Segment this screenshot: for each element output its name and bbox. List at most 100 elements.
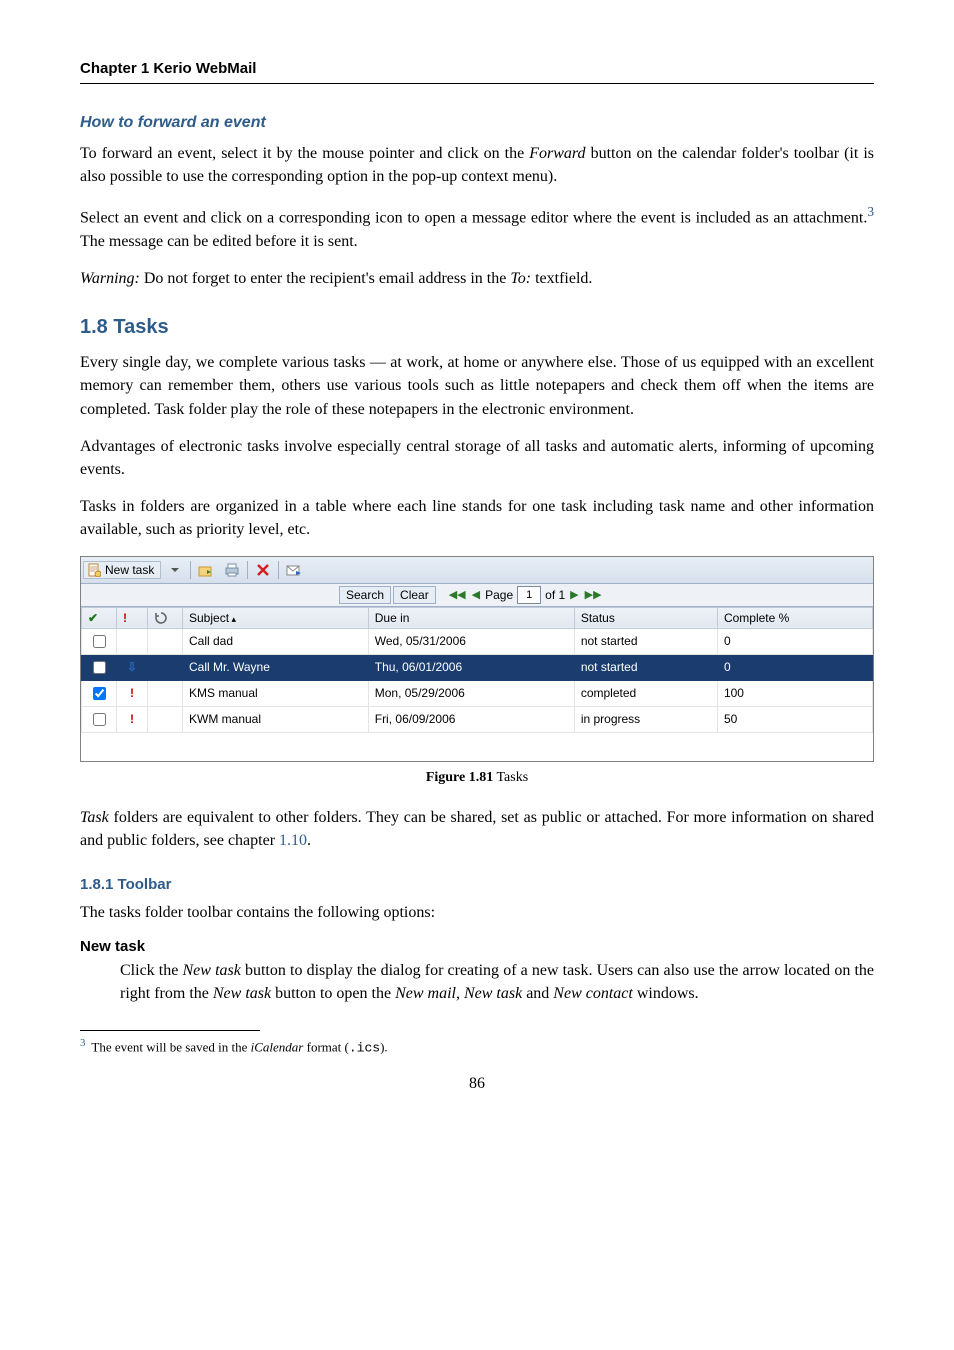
toolbar-search: Search Clear ◀◀ ◀ Page of 1 ▶ ▶▶ (81, 584, 873, 607)
recurrence-icon (154, 611, 168, 625)
priority-cell (117, 628, 148, 654)
status-cell: not started (574, 628, 717, 654)
search-button[interactable]: Search (339, 586, 391, 604)
complete-cell: 50 (717, 706, 872, 732)
forward-button[interactable] (282, 559, 306, 581)
text-italic: Task (80, 809, 109, 826)
text: ). (380, 1039, 388, 1054)
text: The message can be edited before it is s… (80, 233, 358, 250)
col-recurrence[interactable] (148, 607, 183, 628)
caption-number: Figure 1.81 (426, 770, 493, 785)
paragraph: Tasks in folders are organized in a tabl… (80, 495, 874, 541)
text: folders are equivalent to other folders.… (80, 809, 874, 849)
chevron-down-icon (171, 566, 179, 574)
text: To forward an event, select it by the mo… (80, 145, 529, 162)
tasks-screenshot: New task Search Clear (80, 556, 874, 762)
col-done[interactable]: ✔ (82, 607, 117, 628)
tasks-table: ✔ ! Subject Due in Status Complete % Cal… (81, 607, 873, 733)
done-checkbox[interactable] (93, 661, 106, 674)
pager-next-icon[interactable]: ▶ (567, 588, 581, 601)
check-icon: ✔ (88, 611, 98, 625)
due-cell: Fri, 06/09/2006 (368, 706, 574, 732)
subject-cell: KWM manual (183, 706, 369, 732)
due-cell: Thu, 06/01/2006 (368, 654, 574, 680)
paragraph: Task folders are equivalent to other fol… (80, 806, 874, 852)
footnote: 3 The event will be saved in the iCalenda… (80, 1037, 874, 1055)
print-button[interactable] (220, 559, 244, 581)
delete-icon (256, 563, 270, 577)
section-heading-toolbar: 1.8.1 Toolbar (80, 876, 874, 893)
toolbar-top: New task (81, 557, 873, 584)
page-label: Page (483, 588, 515, 602)
definition-term: New task (80, 938, 874, 955)
new-task-icon (87, 563, 101, 577)
definition-body: Click the New task button to display the… (120, 959, 874, 1005)
page-number: 86 (80, 1075, 874, 1093)
text-italic: Warning: (80, 270, 140, 287)
pager-last-icon[interactable]: ▶▶ (582, 588, 605, 601)
text-italic: iCalendar (251, 1039, 304, 1054)
text-italic: To: (510, 270, 531, 287)
complete-cell: 0 (717, 654, 872, 680)
pager-first-icon[interactable]: ◀◀ (446, 588, 469, 601)
figure-caption: Figure 1.81 Tasks (80, 770, 874, 786)
section-heading-tasks: 1.8 Tasks (80, 316, 874, 339)
text: format ( (303, 1039, 348, 1054)
priority-high-icon: ! (130, 712, 134, 726)
paragraph: The tasks folder toolbar contains the fo… (80, 901, 874, 924)
col-subject[interactable]: Subject (183, 607, 369, 628)
separator (190, 561, 191, 579)
move-button[interactable] (194, 559, 218, 581)
status-cell: completed (574, 680, 717, 706)
recurrence-cell (148, 628, 183, 654)
done-checkbox[interactable] (93, 687, 106, 700)
footnote-ref[interactable]: 3 (867, 204, 874, 219)
text-italic: New task (213, 985, 271, 1002)
caption-text: Tasks (493, 770, 528, 785)
text-italic: Forward (529, 145, 585, 162)
recurrence-cell (148, 706, 183, 732)
text: Click the (120, 962, 182, 979)
priority-cell: ⇩ (117, 654, 148, 680)
table-row[interactable]: ⇩Call Mr. WayneThu, 06/01/2006not starte… (82, 654, 873, 680)
recurrence-cell (148, 680, 183, 706)
table-row[interactable]: !KWM manualFri, 06/09/2006in progress50 (82, 706, 873, 732)
text-italic: New task (182, 962, 240, 979)
paragraph: Warning: Do not forget to enter the reci… (80, 267, 874, 290)
text: and (522, 985, 553, 1002)
col-complete[interactable]: Complete % (717, 607, 872, 628)
header-rule (80, 83, 874, 84)
table-row[interactable]: Call dadWed, 05/31/2006not started0 (82, 628, 873, 654)
col-due[interactable]: Due in (368, 607, 574, 628)
col-status[interactable]: Status (574, 607, 717, 628)
new-task-button[interactable]: New task (83, 561, 161, 579)
col-priority[interactable]: ! (117, 607, 148, 628)
chapter-link[interactable]: 1.10 (279, 832, 307, 849)
subject-cell: Call dad (183, 628, 369, 654)
print-icon (224, 562, 240, 578)
text: . (307, 832, 311, 849)
pager-prev-icon[interactable]: ◀ (469, 588, 483, 601)
clear-button[interactable]: Clear (393, 586, 436, 604)
folder-move-icon (198, 562, 214, 578)
dropdown-arrow-button[interactable] (163, 559, 187, 581)
complete-cell: 0 (717, 628, 872, 654)
text-italic: New task (464, 985, 522, 1002)
due-cell: Mon, 05/29/2006 (368, 680, 574, 706)
text: The event will be saved in the (91, 1039, 250, 1054)
text-italic: New mail (395, 985, 456, 1002)
separator (278, 561, 279, 579)
table-row[interactable]: !KMS manualMon, 05/29/2006completed100 (82, 680, 873, 706)
done-checkbox[interactable] (93, 713, 106, 726)
page-number-input[interactable] (517, 586, 541, 604)
paragraph: Advantages of electronic tasks involve e… (80, 435, 874, 481)
delete-button[interactable] (251, 559, 275, 581)
done-checkbox[interactable] (93, 635, 106, 648)
table-header-row: ✔ ! Subject Due in Status Complete % (82, 607, 873, 628)
page-of-label: of 1 (543, 588, 567, 602)
priority-low-icon: ⇩ (127, 660, 137, 674)
recurrence-cell (148, 654, 183, 680)
text: textfield. (531, 270, 592, 287)
priority-cell: ! (117, 706, 148, 732)
footnote-number: 3 (80, 1037, 85, 1049)
